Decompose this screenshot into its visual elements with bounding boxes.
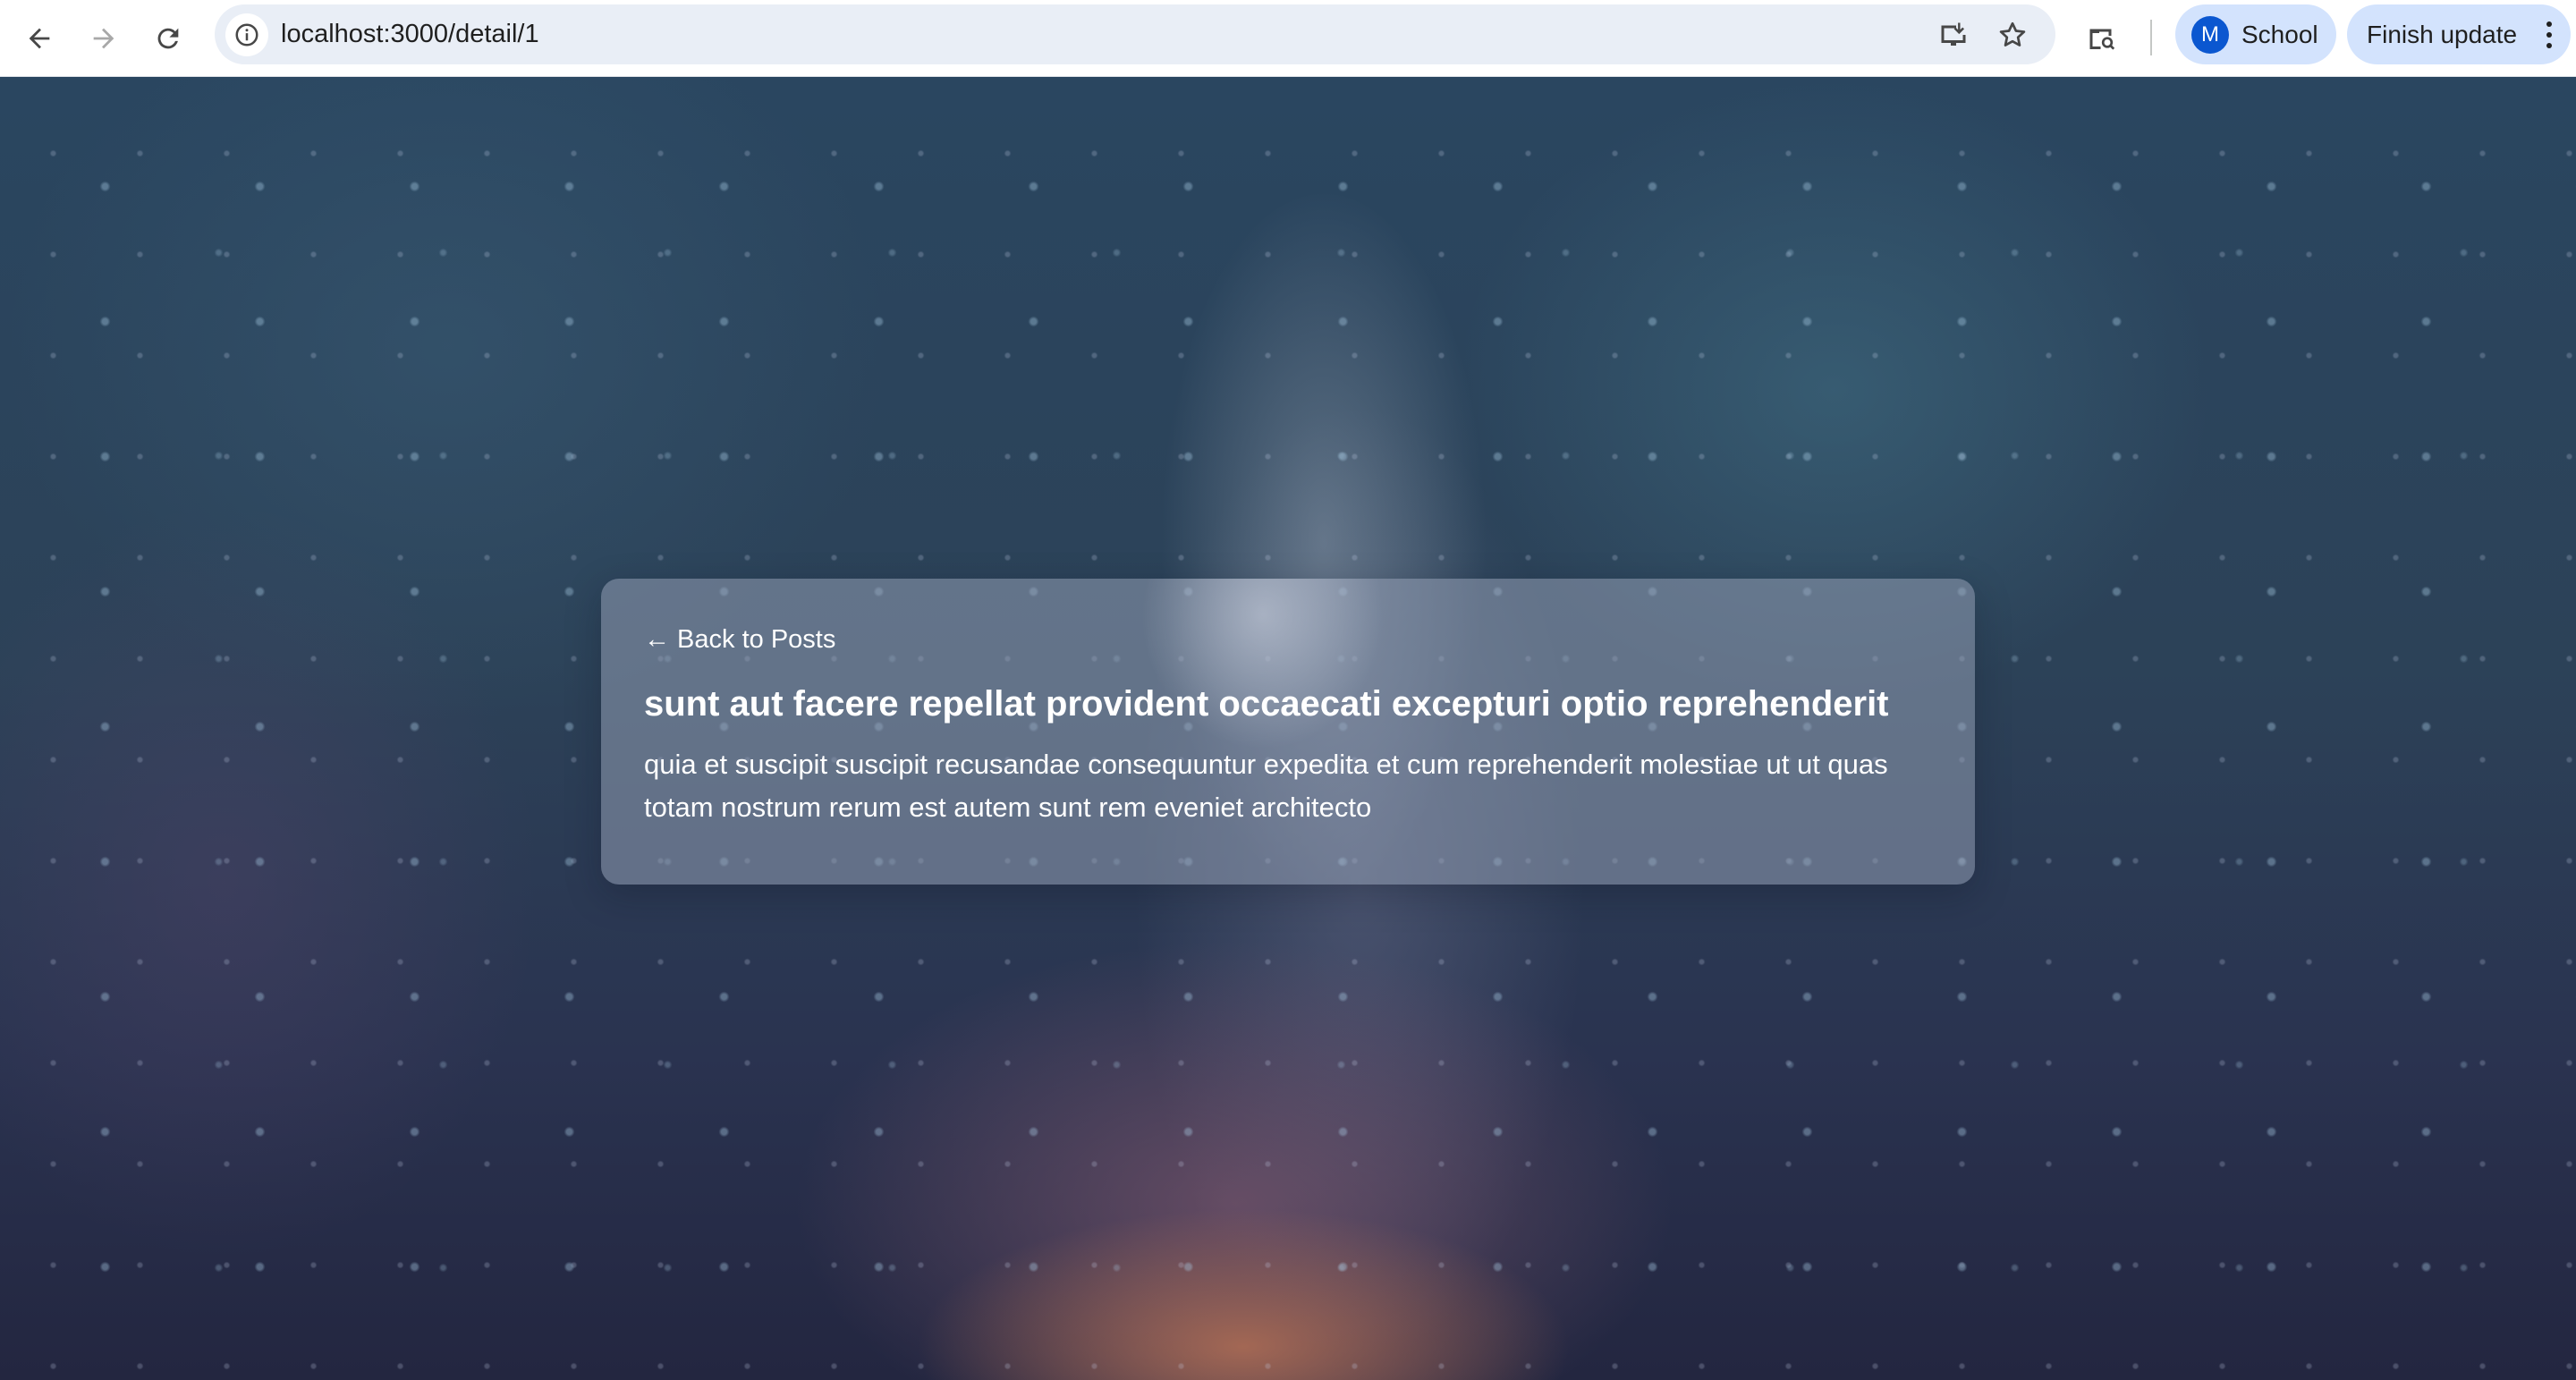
- page-viewport: ← Back to Posts sunt aut facere repellat…: [0, 77, 2576, 1380]
- install-app-button[interactable]: [1932, 13, 1975, 56]
- back-to-posts-link[interactable]: ← Back to Posts: [644, 625, 835, 655]
- post-body: quia et suscipit suscipit recusandae con…: [644, 749, 1888, 823]
- post-detail-card: ← Back to Posts sunt aut facere repellat…: [601, 579, 1975, 885]
- star-icon: [1999, 21, 2026, 47]
- kebab-menu-icon[interactable]: [2540, 15, 2558, 55]
- profile-button[interactable]: M School: [2175, 4, 2336, 64]
- back-to-posts-label: ← Back to Posts: [644, 625, 836, 654]
- arrow-left-icon: [29, 28, 50, 49]
- toolbar-divider: [2150, 20, 2152, 55]
- tab-search-icon: [2089, 29, 2115, 50]
- avatar: M: [2191, 15, 2229, 54]
- site-info-button[interactable]: [225, 13, 268, 56]
- reload-icon: [157, 28, 179, 49]
- bookmark-button[interactable]: [1991, 13, 2034, 56]
- browser-toolbar: localhost:3000/detail/1 M School Finish …: [0, 0, 2576, 77]
- forward-button[interactable]: [79, 13, 129, 63]
- reload-button[interactable]: [143, 13, 193, 63]
- url-text[interactable]: localhost:3000/detail/1: [281, 4, 539, 64]
- info-icon: [235, 23, 258, 47]
- profile-name: School: [2241, 20, 2318, 48]
- address-bar[interactable]: localhost:3000/detail/1: [215, 4, 2055, 64]
- finish-update-label: Finish update: [2367, 20, 2518, 48]
- finish-update-button[interactable]: Finish update: [2347, 4, 2571, 64]
- arrow-right-icon: [93, 28, 114, 49]
- post-title: sunt aut facere repellat provident occae…: [644, 684, 1889, 724]
- install-app-icon: [1941, 22, 1966, 46]
- back-button[interactable]: [14, 13, 64, 63]
- tab-search-button[interactable]: [2077, 13, 2127, 63]
